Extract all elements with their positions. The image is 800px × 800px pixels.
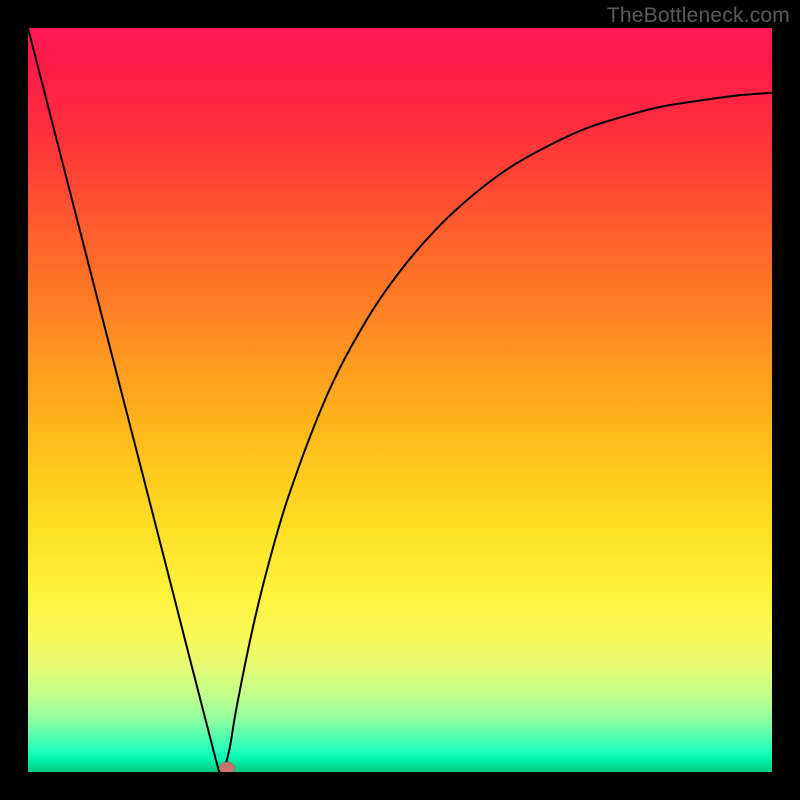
- chart-frame: TheBottleneck.com: [0, 0, 800, 800]
- bottleneck-curve: [28, 28, 772, 772]
- watermark-text: TheBottleneck.com: [607, 4, 790, 28]
- minimum-marker: [219, 762, 235, 772]
- plot-area: [28, 28, 772, 772]
